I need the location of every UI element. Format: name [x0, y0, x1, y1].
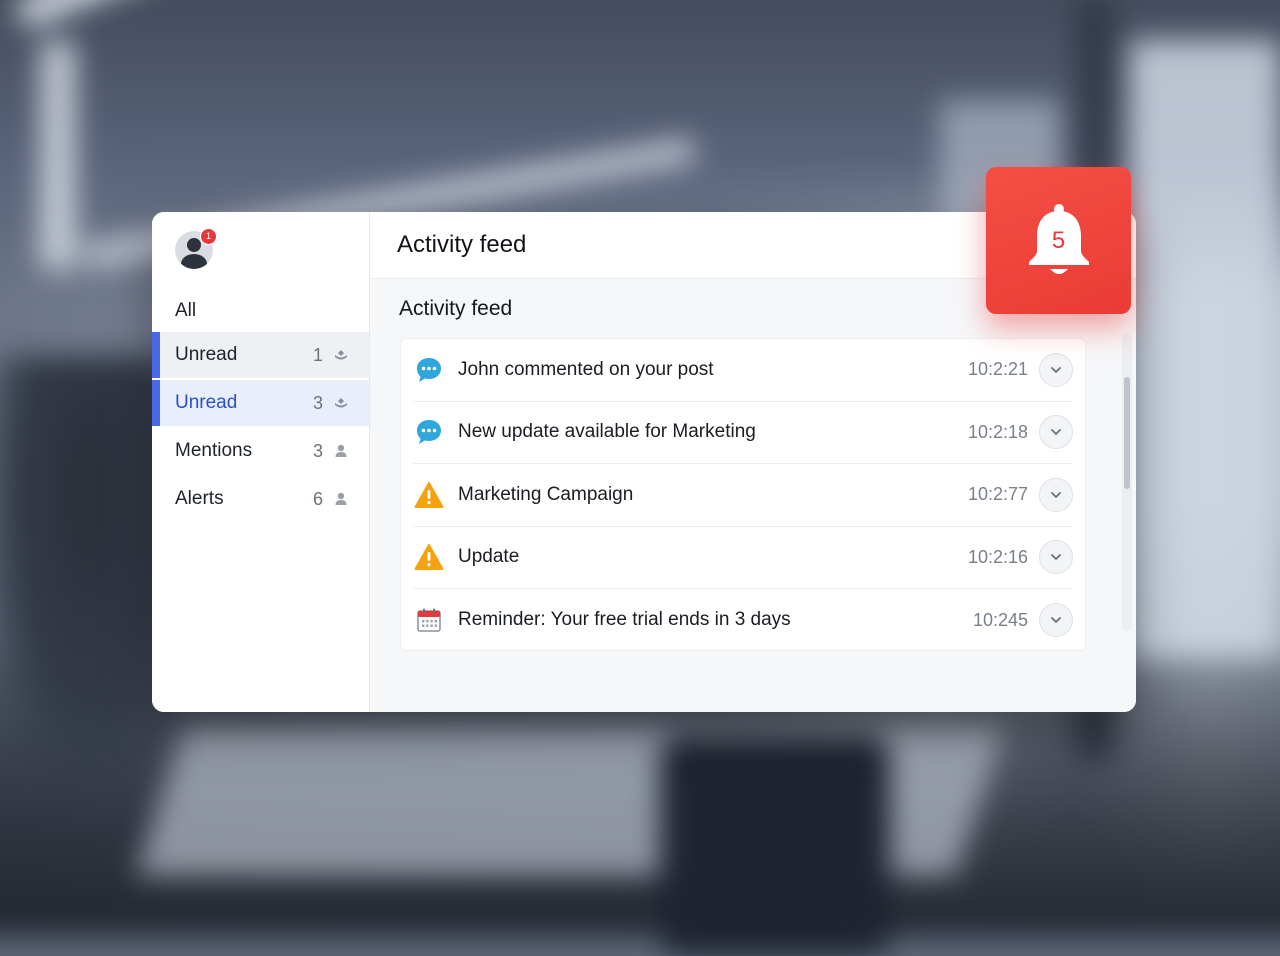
list-item[interactable]: Reminder: Your free trial ends in 3 days…	[413, 589, 1073, 652]
feed-item-text: Marketing Campaign	[458, 483, 634, 505]
sidebar-item-label: All	[175, 300, 197, 321]
feed-item-text: Update	[458, 546, 520, 568]
sidebar-item-count: 3	[312, 392, 323, 413]
chevron-down-icon	[1051, 554, 1061, 561]
expand-button[interactable]	[1039, 477, 1073, 512]
sidebar-item-count: 6	[312, 488, 323, 509]
feed-item-text: New update available for Marketing	[458, 421, 756, 443]
calendar-icon	[413, 604, 445, 636]
expand-button[interactable]	[1039, 603, 1073, 638]
notification-bell-button[interactable]: 5	[986, 167, 1131, 314]
sidebar-item-unread-selected[interactable]: Unread 3	[152, 380, 369, 426]
list-item[interactable]: Update 10:2:16	[413, 527, 1073, 589]
sidebar-item-count: 3	[312, 440, 323, 461]
scrollbar-thumb[interactable]	[1124, 377, 1130, 489]
feed-item-time: 10:245	[972, 609, 1028, 630]
sidebar-item-unread[interactable]: Unread 1	[152, 332, 369, 378]
section-title: Activity feed	[399, 297, 513, 320]
chevron-down-icon	[1051, 617, 1061, 624]
stack-icon	[335, 350, 347, 360]
chevron-down-icon	[1051, 491, 1061, 498]
activity-feed-list: John commented on your post 10:2:21 New …	[400, 338, 1086, 651]
sidebar-item-label: Mentions	[175, 440, 253, 461]
warning-icon	[413, 541, 445, 573]
sidebar-item-all[interactable]: All	[152, 292, 369, 330]
feed-item-time: 10:2:18	[967, 421, 1028, 442]
list-item[interactable]: John commented on your post 10:2:21	[413, 339, 1073, 402]
feed-item-text: John commented on your post	[458, 358, 714, 380]
list-item[interactable]: New update available for Marketing 10:2:…	[413, 402, 1073, 464]
page-title: Activity feed	[397, 231, 527, 258]
list-item[interactable]: Marketing Campaign 10:2:77	[413, 464, 1073, 527]
feed-scrollbar[interactable]	[1122, 333, 1132, 631]
sidebar-item-count: 1	[312, 344, 323, 365]
avatar-notification-badge: 1	[200, 228, 217, 245]
chat-bubble-icon	[413, 416, 445, 448]
feed-item-time: 10:2:21	[967, 359, 1028, 380]
sidebar-item-label: Unread	[175, 344, 238, 365]
expand-button[interactable]	[1039, 540, 1073, 575]
sidebar-item-alerts[interactable]: Alerts 6	[152, 476, 369, 522]
person-icon	[335, 492, 347, 505]
sidebar-nav: All Unread 1 Unread 3 Mentions 3 Alerts …	[152, 292, 369, 524]
chat-bubble-icon	[413, 354, 445, 386]
sidebar: 1 All Unread 1 Unread 3 Mentions 3 Alert…	[152, 212, 370, 712]
stack-icon	[335, 398, 347, 408]
sidebar-item-label: Unread	[175, 392, 238, 413]
notification-count: 5	[1051, 227, 1066, 254]
sidebar-item-mentions[interactable]: Mentions 3	[152, 428, 369, 474]
chevron-down-icon	[1051, 366, 1061, 373]
feed-item-text: Reminder: Your free trial ends in 3 days	[458, 609, 791, 631]
feed-item-time: 10:2:77	[967, 484, 1028, 505]
expand-button[interactable]	[1039, 415, 1073, 450]
person-icon	[335, 444, 347, 457]
warning-icon	[413, 479, 445, 511]
expand-button[interactable]	[1039, 352, 1073, 387]
sidebar-item-label: Alerts	[175, 488, 224, 509]
feed-item-time: 10:2:16	[967, 546, 1028, 567]
chevron-down-icon	[1051, 429, 1061, 436]
